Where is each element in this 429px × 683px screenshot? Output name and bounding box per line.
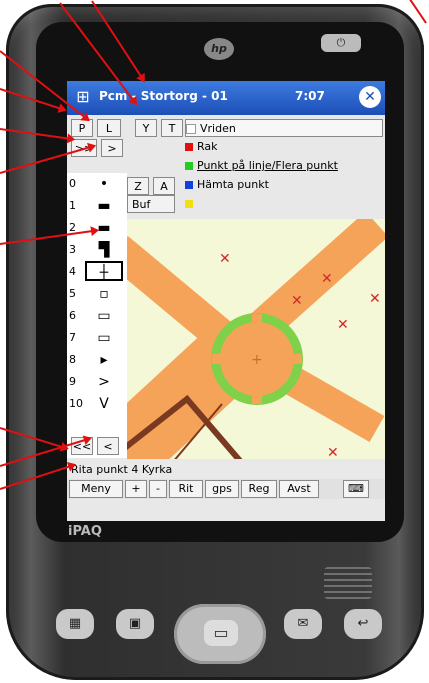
zoom-out-button[interactable]: - — [149, 480, 167, 498]
map-point-marker[interactable]: ✕ — [321, 271, 333, 287]
pda-screen: ⊞ Pcm - Stortorg - 01 7:07 ✕ P L Y T >> … — [67, 81, 385, 521]
layer-item-rak[interactable]: Rak — [185, 138, 218, 156]
keyboard-icon[interactable]: ⌨ — [343, 480, 369, 498]
symbol-number: 8 — [69, 353, 76, 366]
map-canvas[interactable]: + ✕ ✕ ✕ ✕ ✕ ✕ — [127, 219, 385, 459]
symbol-number: 3 — [69, 243, 76, 256]
symbol-item[interactable]: ▜ — [85, 240, 123, 260]
close-button[interactable]: ✕ — [359, 86, 381, 108]
map-point-marker[interactable]: ✕ — [369, 291, 381, 307]
navigation-select-button[interactable]: ▭ — [204, 620, 238, 646]
status-line: Rita punkt 4 Kyrka — [67, 463, 385, 477]
symbol-number: 1 — [69, 199, 76, 212]
menu-button[interactable]: Meny — [69, 480, 123, 498]
zoom-in-button[interactable]: + — [125, 480, 147, 498]
symbol-item[interactable]: ▫ — [85, 284, 123, 304]
calendar-hardware-button[interactable]: ▦ — [56, 609, 94, 639]
mail-hardware-button[interactable]: ✉ — [284, 609, 322, 639]
gps-button[interactable]: gps — [205, 480, 239, 498]
speaker-grille — [324, 567, 372, 599]
map-point-marker[interactable]: ✕ — [337, 317, 349, 333]
symbol-number: 5 — [69, 287, 76, 300]
layer-label: Rak — [197, 140, 218, 153]
layer-item-vriden[interactable]: Vriden — [185, 119, 383, 137]
layer-color-swatch — [185, 181, 193, 189]
layer-label: Hämta punkt — [197, 178, 269, 191]
symbol-number: 0 — [69, 177, 76, 190]
zoom-button[interactable]: Z — [127, 177, 149, 195]
symbol-item[interactable]: • — [85, 174, 123, 194]
map-point-marker[interactable]: ✕ — [291, 293, 303, 309]
map-drawing: + — [127, 219, 385, 459]
home-hardware-button[interactable]: ↩ — [344, 609, 382, 639]
symbol-item[interactable]: > — [85, 372, 123, 392]
brand-label: iPAQ — [68, 524, 102, 539]
map-center-crosshair: + — [251, 352, 263, 368]
layer-item-yellow[interactable] — [185, 195, 197, 213]
windows-flag-icon[interactable]: ⊞ — [72, 86, 94, 108]
layer-color-swatch — [185, 143, 193, 151]
layer-label: Vriden — [200, 122, 236, 135]
title-bar: ⊞ Pcm - Stortorg - 01 7:07 ✕ — [67, 81, 385, 115]
tool-t-button[interactable]: T — [161, 119, 183, 137]
menu-bar: Meny + - Rit gps Reg Avst ⌨ — [67, 479, 385, 499]
symbol-number: 6 — [69, 309, 76, 322]
symbol-number: 7 — [69, 331, 76, 344]
layer-item-punkt-pa-linje[interactable]: Punkt på linje/Flera punkt — [185, 157, 338, 175]
clock-status: 7:07 — [295, 89, 325, 103]
buffer-button[interactable]: Buf — [127, 195, 175, 213]
symbol-item[interactable]: ▬ — [85, 196, 123, 216]
symbol-item-selected[interactable]: ┼ — [85, 261, 123, 281]
symbol-item[interactable]: V — [85, 394, 123, 414]
symbol-item[interactable]: ▭ — [85, 328, 123, 348]
contacts-hardware-button[interactable]: ▣ — [116, 609, 154, 639]
layer-color-swatch — [186, 124, 196, 134]
layer-item-hamta-punkt[interactable]: Hämta punkt — [185, 176, 269, 194]
layer-color-swatch — [185, 200, 193, 208]
symbol-number: 9 — [69, 375, 76, 388]
symbol-item[interactable]: ▭ — [85, 306, 123, 326]
layer-label: Punkt på linje/Flera punkt — [197, 159, 338, 172]
window-title: Pcm - Stortorg - 01 — [99, 89, 228, 103]
layer-color-swatch — [185, 162, 193, 170]
power-button[interactable]: ⏻ — [321, 34, 361, 52]
symbol-number: 10 — [69, 397, 83, 410]
map-point-marker[interactable]: ✕ — [219, 251, 231, 267]
draw-button[interactable]: Rit — [169, 480, 203, 498]
distance-button[interactable]: Avst — [279, 480, 319, 498]
tool-l-button[interactable]: L — [97, 119, 121, 137]
tool-a-button[interactable]: A — [153, 177, 175, 195]
register-button[interactable]: Reg — [241, 480, 277, 498]
symbol-item[interactable]: ▸ — [85, 350, 123, 370]
tool-y-button[interactable]: Y — [135, 119, 157, 137]
hp-logo: hp — [204, 38, 234, 60]
map-point-marker[interactable]: ✕ — [327, 445, 339, 459]
back-button[interactable]: < — [97, 437, 119, 455]
symbol-number: 4 — [69, 265, 76, 278]
next-button[interactable]: > — [101, 139, 123, 157]
